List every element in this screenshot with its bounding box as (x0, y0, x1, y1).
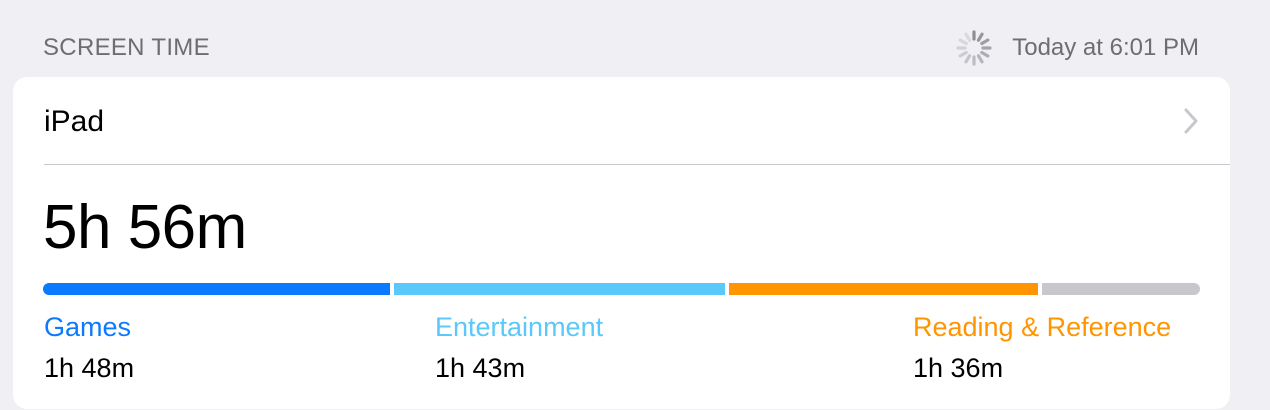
last-updated: Today at 6:01 PM (954, 30, 1199, 66)
row-divider (44, 164, 1230, 165)
screen-time-section-header: SCREEN TIME Today at 6:01 PM (43, 30, 1199, 66)
section-title: SCREEN TIME (43, 34, 210, 61)
usage-segment-entertainment (394, 283, 725, 295)
category-label: Entertainment (435, 312, 604, 342)
usage-segment-other (1042, 283, 1200, 295)
total-screen-time: 5h 56m (43, 193, 247, 262)
device-name: iPad (44, 105, 105, 138)
screen-time-card: iPad 5h 56m Games 1h 48m Entertainment 1… (13, 77, 1230, 409)
timestamp: Today at 6:01 PM (1012, 34, 1199, 61)
category-entertainment: Entertainment 1h 43m (435, 311, 603, 384)
activity-spinner-icon (956, 30, 992, 66)
usage-bar (43, 283, 1200, 295)
category-value: 1h 36m (913, 353, 1004, 383)
category-value: 1h 48m (44, 353, 135, 383)
category-label: Games (44, 312, 132, 342)
category-label: Reading & Reference (913, 312, 1172, 342)
usage-segment-reading-reference (729, 283, 1038, 295)
usage-segment-games (43, 283, 390, 295)
category-games: Games 1h 48m (44, 311, 134, 384)
category-value: 1h 43m (435, 353, 526, 383)
chevron-right-icon (1184, 108, 1198, 134)
device-row-ipad[interactable]: iPad (13, 77, 1230, 164)
category-reading-reference: Reading & Reference 1h 36m (913, 311, 1171, 384)
